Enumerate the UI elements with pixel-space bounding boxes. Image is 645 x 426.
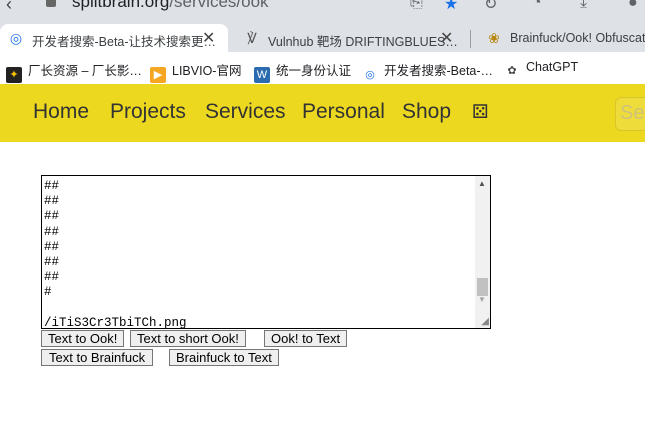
url-field[interactable]: splitbrain.org/services/ook <box>72 0 269 12</box>
bookmark-star-icon[interactable]: ★ <box>444 0 458 14</box>
site-navbar: Home Projects Services Personal Shop ⚄ S… <box>0 84 645 142</box>
tab-brainfuck[interactable]: ❀ Brainfuck/Ook! Obfuscati <box>478 24 645 52</box>
url-host: splitbrain.org <box>72 0 170 11</box>
close-tab-icon[interactable]: ✕ <box>202 28 215 48</box>
nav-home[interactable]: Home <box>33 100 89 124</box>
bookmark-item[interactable]: ◎ 开发者搜索-Beta-… <box>362 60 493 83</box>
bookmark-item[interactable]: ✦ 厂长资源 – 厂长影… <box>6 60 142 83</box>
browser-address-bar: ‹ splitbrain.org/services/ook ⎘ ★ ↻ ◔ ⤓ … <box>0 0 645 20</box>
history-icon[interactable]: ◔ <box>532 0 542 12</box>
tab-title: Vulnhub 靶场 DRIFTINGBLUES… <box>268 35 458 49</box>
dev-search-favicon-icon: ◎ <box>9 30 23 46</box>
text-to-ook-button[interactable]: Text to Ook! <box>41 330 125 347</box>
lock-icon[interactable] <box>46 0 56 7</box>
movie-icon: ✦ <box>6 67 22 83</box>
brainfuck-to-text-button[interactable]: Brainfuck to Text <box>169 349 279 366</box>
url-path: /services/ook <box>169 0 269 11</box>
tab-vulnhub[interactable]: ℣ Vulnhub 靶场 DRIFTINGBLUES… ✕ <box>236 24 464 52</box>
ook-textarea[interactable]: ## ## ## ## ## ## ## # /iTiS3Cr3TbiTCh.p… <box>41 175 491 329</box>
tab-title: Brainfuck/Ook! Obfuscati <box>510 31 645 45</box>
scroll-thumb[interactable] <box>477 278 488 296</box>
search-placeholder: Se <box>620 102 645 124</box>
scroll-up-arrow-icon[interactable]: ▲ <box>478 179 486 188</box>
tab-title: 开发者搜索-Beta-让技术搜索更… <box>32 35 217 49</box>
textarea-content: ## ## ## ## ## ## ## # /iTiS3Cr3TbiTCh.p… <box>44 179 187 329</box>
brain-favicon-icon: ❀ <box>488 30 500 46</box>
tab-separator <box>470 30 471 48</box>
nav-personal[interactable]: Personal <box>302 100 385 124</box>
id-auth-icon: W <box>254 67 270 83</box>
chatgpt-icon: ✿ <box>507 65 517 77</box>
scroll-down-arrow-icon[interactable]: ▼ <box>478 295 486 304</box>
reload-icon[interactable]: ↻ <box>484 0 497 14</box>
nav-services[interactable]: Services <box>205 100 286 124</box>
dev-search-icon: ◎ <box>365 69 375 81</box>
video-icon: ▶ <box>150 67 166 83</box>
translate-icon[interactable]: ⎘ <box>410 0 423 12</box>
bookmark-item[interactable]: ✿ ChatGPT <box>504 60 578 79</box>
bookmark-item[interactable]: W 统一身份认证 <box>254 60 351 83</box>
ook-to-text-button[interactable]: Ook! to Text <box>264 330 348 347</box>
tab-dev-search[interactable]: ◎ 开发者搜索-Beta-让技术搜索更… ✕ <box>0 24 228 52</box>
resize-grip-icon[interactable]: ◢ <box>481 316 489 327</box>
download-icon[interactable]: ⤓ <box>580 0 587 12</box>
textarea-scrollbar[interactable]: ▲ ▼ ◢ <box>475 176 490 328</box>
nav-shop[interactable]: Shop <box>402 100 451 124</box>
text-to-short-ook-button[interactable]: Text to short Ook! <box>130 330 246 347</box>
nav-projects[interactable]: Projects <box>110 100 186 124</box>
close-tab-icon[interactable]: ✕ <box>440 28 453 48</box>
text-to-brainfuck-button[interactable]: Text to Brainfuck <box>41 349 154 366</box>
back-icon[interactable]: ‹ <box>6 0 12 15</box>
bookmark-item[interactable]: ▶ LIBVIO-官网 <box>150 60 241 83</box>
profile-icon[interactable]: ● <box>628 0 638 12</box>
tab-strip: ◎ 开发者搜索-Beta-让技术搜索更… ✕ ℣ Vulnhub 靶场 DRIF… <box>0 20 645 52</box>
bookmarks-bar: ✦ 厂长资源 – 厂长影… ▶ LIBVIO-官网 W 统一身份认证 ◎ 开发者搜索-B… <box>0 52 645 85</box>
dice-icon[interactable]: ⚄ <box>472 101 489 124</box>
search-input[interactable]: Se <box>615 97 645 131</box>
vulnhub-favicon-icon: ℣ <box>247 30 257 46</box>
